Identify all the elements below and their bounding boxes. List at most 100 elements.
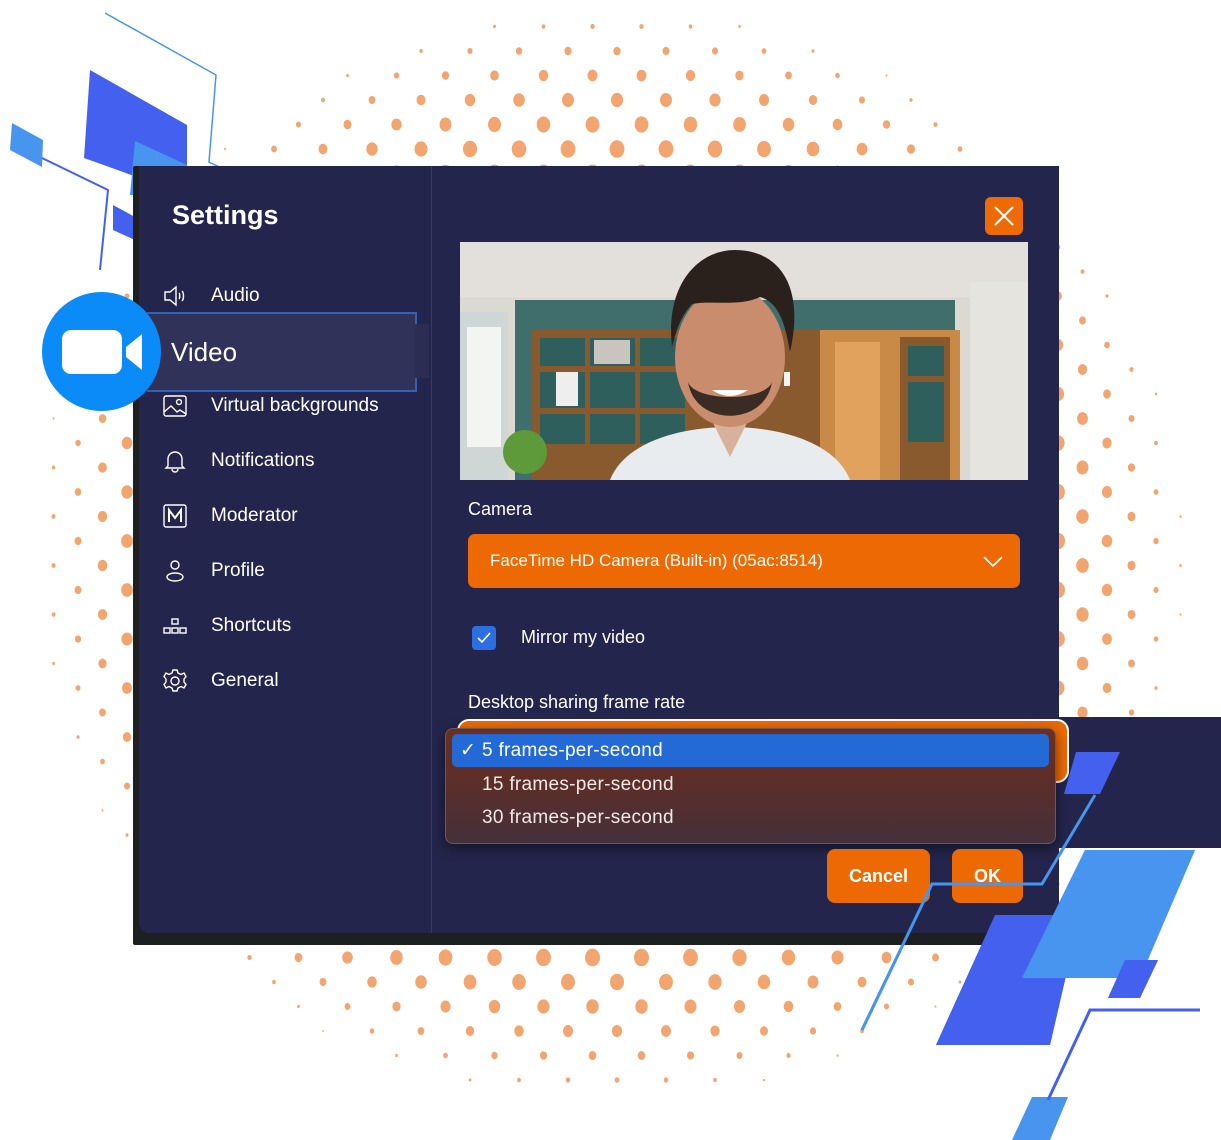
decorative-dot: [368, 95, 376, 105]
decorative-dot: [684, 999, 697, 1014]
frame-rate-option-30[interactable]: 30 frames-per-second: [452, 801, 1049, 834]
moderator-m-icon: [161, 502, 189, 530]
decorative-dot: [295, 121, 302, 128]
frame-rate-label: Desktop sharing frame rate: [468, 692, 686, 712]
decorative-dot: [462, 140, 478, 158]
decorative-dot: [609, 973, 625, 991]
shortcuts-icon: [161, 612, 189, 640]
decorative-dot: [491, 1051, 498, 1060]
sidebar-item-notifications[interactable]: Notifications: [161, 443, 421, 479]
decorative-dot: [51, 514, 56, 519]
decorative-dot: [101, 809, 104, 812]
sidebar-item-label: Notifications: [211, 450, 315, 471]
decorative-dot: [52, 661, 55, 666]
decorative-dot: [1102, 633, 1112, 645]
decorative-dot: [487, 948, 502, 967]
decorative-dot: [395, 1053, 398, 1058]
decorative-dot: [738, 25, 741, 28]
frame-rate-option-5[interactable]: ✓ 5 frames-per-second: [452, 734, 1049, 767]
decorative-dot: [1153, 586, 1159, 594]
decorative-dot: [585, 116, 600, 133]
deco-line: [41, 157, 110, 271]
decorative-dot: [74, 536, 82, 546]
checkmark-icon: ✓: [460, 740, 477, 761]
decorative-dot: [610, 92, 624, 108]
decorative-dot: [121, 436, 133, 450]
decorative-dot: [488, 999, 501, 1014]
decorative-dot: [1102, 682, 1112, 694]
video-settings-content: Camera FaceTime HD Camera (Built-in) (05…: [432, 166, 1221, 933]
decorative-dot: [883, 1003, 890, 1010]
zoom-logo: [42, 292, 161, 411]
decorative-dot: [536, 116, 551, 133]
decorative-dot: [392, 1001, 401, 1012]
sidebar-item-video[interactable]: Video: [147, 312, 417, 392]
decorative-dot: [1179, 613, 1182, 616]
decorative-dot: [762, 1078, 766, 1082]
frame-rate-option-15[interactable]: 15 frames-per-second: [452, 768, 1049, 801]
cancel-button[interactable]: Cancel: [827, 849, 930, 903]
sidebar-item-moderator[interactable]: Moderator: [161, 498, 421, 534]
decorative-dot: [121, 632, 133, 646]
decorative-dot: [1128, 659, 1135, 668]
decorative-dot: [1154, 392, 1158, 396]
close-button[interactable]: [985, 197, 1023, 235]
camera-select[interactable]: FaceTime HD Camera (Built-in) (05ac:8514…: [468, 534, 1020, 588]
decorative-dot: [271, 145, 277, 153]
chevron-down-icon: [983, 556, 1003, 568]
decorative-dot: [710, 1025, 720, 1037]
decorative-dot: [537, 999, 550, 1014]
decorative-dot: [1128, 709, 1135, 716]
decorative-dot: [709, 93, 721, 107]
decorative-dot: [933, 122, 938, 127]
decorative-dot: [415, 975, 427, 989]
decorative-dot: [907, 978, 915, 986]
decorative-dot: [419, 48, 423, 54]
decorative-dot: [561, 973, 575, 991]
decorative-dot: [658, 140, 674, 158]
decorative-dot: [343, 119, 352, 130]
decorative-dot: [708, 974, 722, 990]
deco-shape: [1012, 1097, 1068, 1140]
decorative-dot: [560, 140, 576, 158]
decorative-dot: [99, 708, 106, 717]
decorative-dot: [611, 1024, 623, 1038]
decorative-dot: [320, 97, 326, 103]
ok-button[interactable]: OK: [952, 849, 1023, 903]
decorative-dot: [561, 92, 575, 108]
decorative-dot: [782, 117, 795, 132]
sidebar-item-label: Virtual backgrounds: [211, 395, 379, 416]
decorative-dot: [1127, 560, 1136, 571]
decorative-dot: [1079, 316, 1086, 325]
sidebar-item-profile[interactable]: Profile: [161, 553, 421, 589]
sidebar-item-virtual-backgrounds[interactable]: Virtual backgrounds: [161, 388, 421, 424]
decorative-dot: [663, 1077, 669, 1083]
decorative-dot: [98, 658, 107, 669]
decorative-dot: [882, 120, 891, 129]
decorative-dot: [517, 1077, 521, 1083]
decorative-dot: [587, 69, 598, 82]
decorative-dot: [490, 70, 499, 81]
decorative-dot: [1076, 656, 1089, 671]
decorative-dot: [390, 950, 403, 965]
sidebar-item-shortcuts[interactable]: Shortcuts: [161, 608, 421, 644]
decorative-dot: [909, 98, 913, 102]
decorative-dot: [1076, 558, 1089, 573]
gear-icon: [161, 667, 189, 695]
decorative-dot: [713, 1077, 717, 1083]
decorative-dot: [1179, 515, 1182, 518]
option-label: 30 frames-per-second: [482, 806, 674, 828]
sidebar-item-general[interactable]: General: [161, 663, 421, 699]
mirror-video-checkbox[interactable]: [472, 626, 496, 650]
sidebar-item-audio[interactable]: Audio: [161, 278, 421, 314]
decorative-dot: [760, 1026, 768, 1036]
decorative-dot: [733, 117, 746, 132]
decorative-dot: [75, 685, 81, 691]
decorative-dot: [857, 976, 867, 988]
decorative-dot: [688, 24, 693, 29]
decorative-dot: [224, 147, 226, 151]
decorative-dot: [98, 414, 107, 423]
decorative-dot: [835, 72, 840, 79]
decorative-dot: [74, 635, 82, 643]
close-x-icon: [994, 206, 1014, 226]
